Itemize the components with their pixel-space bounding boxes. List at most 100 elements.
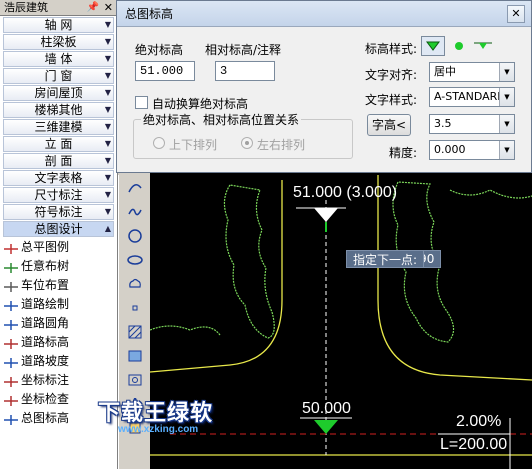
category-item[interactable]: 房间屋顶 ▼: [3, 85, 114, 101]
elevation-label-bottom: 50.000: [302, 400, 351, 417]
expand-arrow-icon: ▼: [104, 122, 111, 131]
text-style-select[interactable]: A-STANDARD ▼: [429, 87, 515, 107]
expand-arrow-icon: ▼: [104, 173, 111, 182]
tool-label: 坐标检查: [21, 392, 70, 406]
tool-item[interactable]: 道路圆角: [0, 314, 117, 333]
pin-icon[interactable]: 📌: [87, 0, 99, 16]
tool-label: 总图标高: [21, 411, 70, 425]
category-item[interactable]: 剖 面 ▼: [3, 153, 114, 169]
expand-arrow-icon: ▼: [104, 88, 111, 97]
hatch-icon[interactable]: [124, 321, 146, 343]
region-icon[interactable]: [124, 345, 146, 367]
auto-calc-checkbox[interactable]: [135, 96, 148, 109]
marker-style-flat-button[interactable]: [471, 36, 495, 56]
category-item[interactable]: 轴 网 ▼: [3, 17, 114, 33]
tool-label: 道路坡度: [21, 354, 70, 368]
marker-style-triangle-button[interactable]: [421, 36, 445, 56]
dialog-titlebar[interactable]: 总图标高 ✕: [117, 1, 531, 27]
tool-label: 任意布树: [21, 259, 70, 273]
category-item[interactable]: 符号标注 ▼: [3, 204, 114, 220]
tool-item[interactable]: 坐标标注: [0, 371, 117, 390]
prompt-label: 指定下一点:: [346, 250, 425, 268]
position-group-title: 绝对标高、相对标高位置关系: [141, 111, 302, 128]
site-elevation-icon: [3, 413, 19, 425]
category-label: 轴 网: [44, 18, 73, 32]
road-icon: [3, 299, 19, 311]
expand-arrow-icon: ▼: [104, 190, 111, 199]
precision-value: 0.000: [434, 143, 466, 156]
length-label: L=200.00: [440, 436, 508, 453]
coordinate-check-icon: [3, 394, 19, 406]
road-corner-icon: [3, 318, 19, 330]
panel-title: 浩辰建筑: [4, 1, 48, 14]
tool-label: 道路标高: [21, 335, 70, 349]
expand-arrow-icon: ▼: [104, 37, 111, 46]
tool-item[interactable]: 车位布置: [0, 276, 117, 295]
tool-item[interactable]: 道路标高: [0, 333, 117, 352]
rel-elevation-input[interactable]: 3: [215, 61, 275, 81]
abs-elevation-label: 绝对标高: [135, 43, 184, 57]
style-label: 标高样式:: [365, 42, 418, 56]
text-style-label: 文字样式:: [365, 93, 418, 107]
spline-icon[interactable]: [124, 201, 146, 223]
category-item[interactable]: 文字表格 ▼: [3, 170, 114, 186]
vertical-radio-label: 上下排列: [169, 138, 218, 152]
expand-arrow-icon: ▼: [104, 207, 111, 216]
chevron-down-icon: ▼: [499, 141, 514, 159]
tool-item[interactable]: 总平图例: [0, 238, 117, 257]
category-item[interactable]: 尺寸标注 ▼: [3, 187, 114, 203]
marker-style-dot-button[interactable]: [451, 36, 467, 56]
chevron-down-icon: ▼: [499, 115, 514, 133]
text-height-select[interactable]: 3.5 ▼: [429, 114, 515, 134]
road-slope-icon: [3, 356, 19, 368]
tool-label: 总平图例: [21, 240, 70, 254]
text-height-value: 3.5: [434, 117, 452, 130]
category-item[interactable]: 三维建模 ▼: [3, 119, 114, 135]
category-list: 轴 网 ▼ 柱梁板 ▼ 墙 体 ▼ 门 窗 ▼ 房间屋顶 ▼ 楼梯其他 ▼ 三维建模 ▼ 立 面 ▼ 剖 面 ▼ 文…: [0, 17, 117, 237]
horizontal-radio-label: 左右排列: [257, 138, 306, 152]
precision-select[interactable]: 0.000 ▼: [429, 140, 515, 160]
category-item[interactable]: 柱梁板 ▼: [3, 34, 114, 50]
abs-elevation-input[interactable]: 51.000: [135, 61, 195, 81]
category-label: 房间屋顶: [34, 86, 83, 100]
category-item[interactable]: 总图设计 ▲: [3, 221, 114, 237]
expand-arrow-icon: ▼: [104, 156, 111, 165]
expand-arrow-icon: ▲: [104, 224, 111, 233]
tree-icon: [3, 261, 19, 273]
category-label: 柱梁板: [40, 35, 77, 49]
tool-item[interactable]: 道路绘制: [0, 295, 117, 314]
revcloud-icon[interactable]: [124, 273, 146, 295]
tool-label: 道路绘制: [21, 297, 70, 311]
tool-item[interactable]: 道路坡度: [0, 352, 117, 371]
point-icon[interactable]: [124, 297, 146, 319]
category-label: 楼梯其他: [34, 103, 83, 117]
circle-icon[interactable]: [124, 225, 146, 247]
slope-label: 2.00%: [456, 413, 502, 430]
dialog-body: 绝对标高 相对标高/注释 51.000 3 自动换算绝对标高 绝对标高、相对标高…: [119, 27, 529, 170]
tool-label: 道路圆角: [21, 316, 70, 330]
category-label: 符号标注: [34, 205, 83, 219]
category-item[interactable]: 门 窗 ▼: [3, 68, 114, 84]
expand-arrow-icon: ▼: [104, 105, 111, 114]
dialog-close-button[interactable]: ✕: [507, 5, 525, 23]
category-item[interactable]: 墙 体 ▼: [3, 51, 114, 67]
text-height-pick-button[interactable]: 字高<: [367, 114, 411, 136]
tool-label: 坐标标注: [21, 373, 70, 387]
table-icon[interactable]: [124, 369, 146, 391]
horizontal-radio[interactable]: [241, 137, 253, 149]
ellipse-icon[interactable]: [124, 249, 146, 271]
expand-arrow-icon: ▼: [104, 20, 111, 29]
legend-icon: [3, 242, 19, 254]
close-icon[interactable]: ✕: [104, 0, 113, 16]
precision-label: 精度:: [389, 146, 418, 160]
category-label: 三维建模: [34, 120, 83, 134]
text-align-value: 居中: [434, 65, 456, 78]
arc-icon[interactable]: [124, 177, 146, 199]
category-item[interactable]: 立 面 ▼: [3, 136, 114, 152]
tool-item[interactable]: 任意布树: [0, 257, 117, 276]
category-item[interactable]: 楼梯其他 ▼: [3, 102, 114, 118]
dialog-title: 总图标高: [125, 7, 174, 21]
vertical-radio[interactable]: [153, 137, 165, 149]
text-align-select[interactable]: 居中 ▼: [429, 62, 515, 82]
elevation-dialog: 总图标高 ✕ 绝对标高 相对标高/注释 51.000 3 自动换算绝对标高 绝对…: [116, 0, 532, 173]
